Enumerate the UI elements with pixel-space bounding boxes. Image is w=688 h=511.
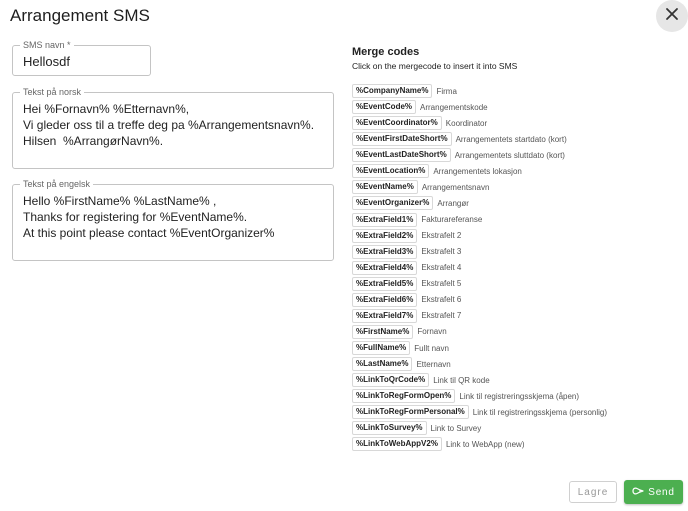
merge-code-description: Arrangementets lokasjon bbox=[433, 166, 522, 176]
merge-code-row: %EventName% Arrangementsnavn bbox=[352, 179, 682, 195]
merge-code-chip[interactable]: %EventOrganizer% bbox=[352, 196, 434, 211]
merge-code-row: %EventCoordinator% Koordinator bbox=[352, 115, 682, 131]
merge-code-chip[interactable]: %LinkToQrCode% bbox=[352, 373, 430, 388]
merge-code-description: Fakturareferanse bbox=[421, 215, 483, 225]
text-norwegian-label: Tekst på norsk bbox=[20, 86, 85, 98]
merge-code-row: %LinkToRegFormOpen% Link til registrering… bbox=[352, 388, 682, 404]
merge-code-chip[interactable]: %ExtraField6% bbox=[352, 292, 418, 307]
merge-code-chip[interactable]: %LinkToRegFormOpen% bbox=[352, 389, 456, 404]
merge-code-row: %EventOrganizer% Arrangør bbox=[352, 195, 682, 211]
merge-code-description: Ekstrafelt 4 bbox=[421, 263, 462, 273]
merge-code-row: %LastName% Etternavn bbox=[352, 356, 682, 372]
send-label: Send bbox=[648, 486, 675, 498]
merge-code-chip[interactable]: %ExtraField1% bbox=[352, 212, 418, 227]
merge-code-chip[interactable]: %LastName% bbox=[352, 357, 413, 372]
text-english-label: Tekst på engelsk bbox=[20, 178, 94, 190]
merge-code-chip[interactable]: %EventCoordinator% bbox=[352, 116, 442, 131]
merge-code-row: %LinkToWebAppV2% Link to WebApp (new) bbox=[352, 436, 682, 452]
merge-code-row: %ExtraField7% Ekstrafelt 7 bbox=[352, 308, 682, 324]
merge-code-chip[interactable]: %LinkToSurvey% bbox=[352, 421, 427, 436]
merge-code-chip[interactable]: %ExtraField4% bbox=[352, 260, 418, 275]
merge-code-row: %EventLocation% Arrangementets lokasjon bbox=[352, 163, 682, 179]
merge-code-description: Ekstrafelt 2 bbox=[421, 231, 462, 241]
merge-code-description: Link to Survey bbox=[430, 423, 482, 433]
merge-codes-list: %CompanyName% Firma %EventCode% Arrangement… bbox=[352, 83, 682, 452]
merge-code-chip[interactable]: %ExtraField5% bbox=[352, 276, 418, 291]
merge-codes-subtitle: Click on the mergecode to insert it into… bbox=[352, 61, 518, 71]
merge-code-row: %EventCode% Arrangementskode bbox=[352, 99, 682, 115]
merge-code-description: Koordinator bbox=[445, 118, 488, 128]
merge-code-description: Fullt navn bbox=[414, 343, 449, 353]
text-english-textarea[interactable]: Hello %FirstName% %LastName% , Thanks fo… bbox=[23, 193, 274, 241]
merge-code-row: %EventLastDateShort% Arrangementets slutt… bbox=[352, 147, 682, 163]
merge-code-row: %ExtraField1% Fakturareferanse bbox=[352, 212, 682, 228]
merge-code-description: Ekstrafelt 5 bbox=[421, 279, 462, 289]
merge-code-description: Arrangør bbox=[437, 198, 469, 208]
send-button[interactable]: Send bbox=[624, 480, 683, 504]
merge-code-row: %ExtraField6% Ekstrafelt 6 bbox=[352, 292, 682, 308]
merge-code-chip[interactable]: %EventLastDateShort% bbox=[352, 148, 451, 163]
merge-code-row: %ExtraField4% Ekstrafelt 4 bbox=[352, 260, 682, 276]
merge-code-description: Arrangementets startdato (kort) bbox=[455, 134, 567, 144]
merge-code-description: Arrangementskode bbox=[420, 102, 488, 112]
merge-code-description: Ekstrafelt 6 bbox=[421, 295, 462, 305]
merge-code-row: %LinkToRegFormPersonal% Link til registre… bbox=[352, 404, 682, 420]
merge-code-row: %LinkToSurvey% Link to Survey bbox=[352, 420, 682, 436]
merge-code-description: Link til registreringsskjema (personlig) bbox=[472, 407, 608, 417]
merge-code-description: Arrangementsnavn bbox=[421, 182, 490, 192]
merge-code-description: Link til QR kode bbox=[433, 375, 490, 385]
merge-code-row: %LinkToQrCode% Link til QR kode bbox=[352, 372, 682, 388]
merge-code-row: %ExtraField5% Ekstrafelt 5 bbox=[352, 276, 682, 292]
sms-name-input[interactable]: Hellosdf bbox=[23, 54, 70, 70]
merge-code-description: Link to WebApp (new) bbox=[445, 439, 525, 449]
text-norwegian-field[interactable]: Tekst på norsk Hei %Fornavn% %Etternavn%… bbox=[12, 86, 334, 169]
merge-code-chip[interactable]: %EventLocation% bbox=[352, 164, 430, 179]
merge-code-row: %FullName% Fullt navn bbox=[352, 340, 682, 356]
merge-code-description: Fornavn bbox=[417, 327, 447, 337]
close-icon bbox=[665, 7, 679, 26]
sms-name-field[interactable]: SMS navn * Hellosdf bbox=[12, 39, 151, 76]
merge-code-description: Firma bbox=[436, 86, 457, 96]
merge-code-chip[interactable]: %LinkToWebAppV2% bbox=[352, 437, 442, 452]
merge-code-row: %FirstName% Fornavn bbox=[352, 324, 682, 340]
merge-code-chip[interactable]: %CompanyName% bbox=[352, 84, 433, 99]
merge-code-chip[interactable]: %FullName% bbox=[352, 341, 411, 356]
merge-code-description: Etternavn bbox=[416, 359, 451, 369]
save-button[interactable]: Lagre bbox=[569, 481, 617, 503]
merge-code-description: Link til registreringsskjema (åpen) bbox=[459, 391, 580, 401]
merge-code-row: %ExtraField2% Ekstrafelt 2 bbox=[352, 228, 682, 244]
merge-code-chip[interactable]: %ExtraField7% bbox=[352, 308, 418, 323]
text-norwegian-textarea[interactable]: Hei %Fornavn% %Etternavn%, Vi gleder oss… bbox=[23, 101, 314, 149]
dialog-title: Arrangement SMS bbox=[10, 6, 150, 25]
merge-code-description: Arrangementets sluttdato (kort) bbox=[454, 150, 565, 160]
text-english-field[interactable]: Tekst på engelsk Hello %FirstName% %Last… bbox=[12, 178, 334, 261]
merge-code-chip[interactable]: %FirstName% bbox=[352, 324, 414, 339]
merge-code-chip[interactable]: %ExtraField2% bbox=[352, 228, 418, 243]
merge-code-row: %EventFirstDateShort% Arrangementets star… bbox=[352, 131, 682, 147]
merge-code-chip[interactable]: %EventName% bbox=[352, 180, 418, 195]
merge-code-row: %CompanyName% Firma bbox=[352, 83, 682, 99]
merge-code-chip[interactable]: %EventFirstDateShort% bbox=[352, 132, 452, 147]
close-button[interactable] bbox=[656, 0, 688, 32]
sms-name-label: SMS navn * bbox=[20, 39, 74, 51]
merge-code-description: Ekstrafelt 7 bbox=[421, 311, 462, 321]
merge-code-chip[interactable]: %LinkToRegFormPersonal% bbox=[352, 405, 469, 420]
send-icon bbox=[632, 486, 644, 499]
merge-code-row: %ExtraField3% Ekstrafelt 3 bbox=[352, 244, 682, 260]
merge-code-chip[interactable]: %ExtraField3% bbox=[352, 244, 418, 259]
merge-code-chip[interactable]: %EventCode% bbox=[352, 100, 417, 115]
merge-code-description: Ekstrafelt 3 bbox=[421, 247, 462, 257]
merge-codes-title: Merge codes bbox=[352, 46, 420, 58]
